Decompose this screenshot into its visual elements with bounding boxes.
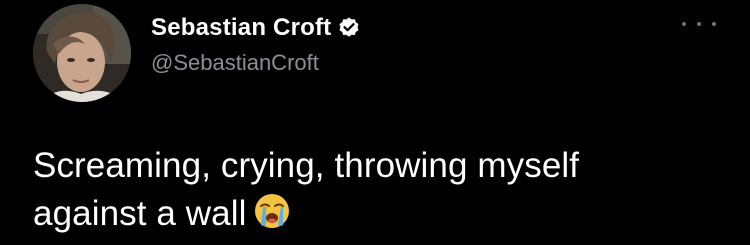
more-dot (697, 22, 701, 26)
tweet-text-line-2-wrap: against a wall (33, 190, 733, 238)
author-display-name[interactable]: Sebastian Croft (151, 14, 331, 42)
more-options-icon[interactable] (682, 16, 716, 32)
loudly-crying-face-emoji-icon (252, 191, 292, 231)
author-name-row: Sebastian Croft (151, 14, 361, 42)
more-dot (682, 22, 686, 26)
tweet-text-line-2: against a wall (33, 194, 247, 233)
verified-badge-icon (337, 16, 361, 40)
tweet-text-line-1: Screaming, crying, throwing myself (33, 146, 580, 185)
tweet-text: Screaming, crying, throwing myself again… (33, 142, 733, 238)
tweet-card: Sebastian Croft @SebastianCroft Screamin… (0, 0, 750, 245)
avatar-image (33, 4, 131, 102)
author-handle[interactable]: @SebastianCroft (151, 50, 319, 76)
more-dot (712, 22, 716, 26)
avatar[interactable] (33, 4, 131, 102)
